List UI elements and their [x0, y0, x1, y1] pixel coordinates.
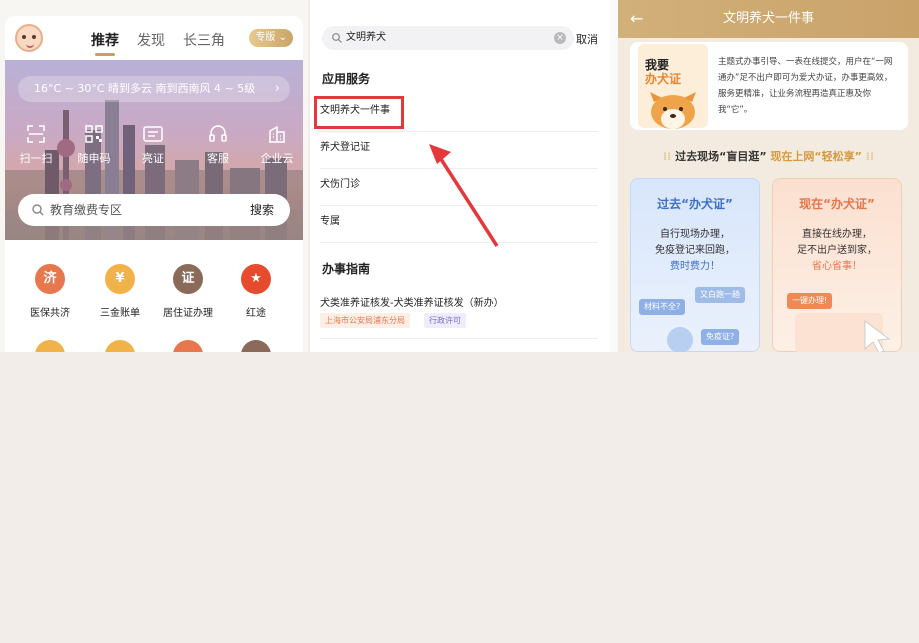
quick-customer-service[interactable]: 客服	[192, 124, 244, 166]
header-bar: ← 文明养犬一件事	[618, 0, 919, 38]
result-label: 养犬登记证	[320, 142, 370, 153]
service-label: 医保共济	[30, 308, 70, 319]
comparison-heading: ⁞⁞ 过去现场“盲目逛” 现在上网“轻松享” ⁞⁞	[618, 148, 919, 164]
intro-description: 主题式办事引导、一表在线提交，用户在“一网通办”足不出户即可为爱犬办证，办事更高…	[718, 57, 893, 115]
quick-enterprise-cloud[interactable]: 企业云	[251, 124, 303, 166]
bubble-missing-docs: 材料不全?	[639, 299, 686, 315]
quick-health-code-label: 随申码	[77, 152, 111, 165]
quick-health-code[interactable]: 随申码	[68, 124, 120, 166]
panel-gap	[610, 0, 618, 352]
service-label: 红途	[246, 308, 266, 319]
home-search-button[interactable]: 搜索	[250, 194, 274, 226]
residence-permit-icon: 证	[173, 264, 203, 294]
dots-icon: ⁞⁞	[662, 150, 676, 163]
service-funds-bill[interactable]: ¥ 三金账单	[85, 264, 155, 319]
intro-card: 我要 办犬证 主题式办事引导、一表在线提交，用户在“一网通办”足不出户即可为爱犬…	[630, 42, 908, 130]
compare-now-text: 现在上网“轻松享”	[770, 150, 862, 163]
service-residence-permit[interactable]: 证 居住证办理	[153, 264, 223, 319]
home-top-bar: 推荐 发现 长三角 专版 ⌄	[5, 16, 303, 60]
search-icon	[32, 204, 44, 216]
search-results-screen: 文明养犬 × 取消 应用服务 文明养犬一件事 养犬登记证 犬伤门诊 专属 办事指…	[310, 0, 610, 352]
search-input[interactable]: 文明养犬 ×	[322, 26, 574, 50]
service-label: 居住证办理	[163, 308, 213, 319]
quick-enterprise-cloud-label: 企业云	[260, 152, 294, 165]
cursor-icon	[864, 320, 891, 352]
id-card-icon	[143, 126, 163, 142]
guide-title: 犬类准养证核发-犬类准养证核发（新办）	[320, 298, 504, 309]
guide-tag-department: 上海市公安局浦东分局	[320, 313, 410, 328]
past-line2: 免疫登记来回跑，	[655, 245, 735, 256]
bubble-vaccine: 免疫证?	[701, 329, 740, 345]
building-icon	[269, 125, 285, 143]
home-screen: 推荐 发现 长三角 专版 ⌄ 16°C ~ 30°C 晴到多云 南到西南风 4 …	[0, 0, 308, 352]
compare-past-text: 过去现场“盲目逛”	[675, 150, 767, 163]
service-medical-insurance[interactable]: 济 医保共济	[15, 264, 85, 319]
intro-line2: 办犬证	[645, 72, 682, 86]
past-title: 过去“办犬证”	[657, 197, 733, 211]
home-search-placeholder[interactable]: 教育缴费专区	[50, 194, 122, 226]
result-label: 犬伤门诊	[320, 179, 360, 190]
back-arrow-icon[interactable]: ←	[630, 0, 643, 38]
weather-text: 16°C ~ 30°C 晴到多云 南到西南风 4 ~ 5级	[34, 82, 256, 95]
section-guide: 办事指南	[322, 262, 371, 276]
dots-icon: ⁞⁞	[865, 150, 875, 163]
clear-icon[interactable]: ×	[554, 32, 566, 44]
mascot-avatar[interactable]	[15, 24, 43, 52]
star-icon: ★	[241, 264, 271, 294]
now-line1: 直接在线办理，	[802, 229, 872, 240]
tab-recommend[interactable]: 推荐	[91, 30, 119, 56]
service-red-route[interactable]: ★ 红途	[221, 264, 291, 319]
headset-icon	[209, 125, 227, 142]
past-line3: 费时费力！	[670, 261, 720, 272]
guide-tag-type: 行政许可	[424, 313, 466, 328]
service-icon-partial[interactable]	[173, 340, 203, 352]
annotation-arrow-icon	[429, 144, 499, 247]
now-line3: 省心省事！	[812, 261, 862, 272]
result-label: 专属	[320, 216, 340, 227]
service-icon-partial[interactable]	[241, 340, 271, 352]
divider	[320, 338, 598, 339]
quick-scan-label: 扫一扫	[19, 152, 53, 165]
dog-service-screen: ← 文明养犬一件事 我要 办犬证 主题式办事引导、一表在线提交，用户在“一网通办…	[618, 0, 919, 352]
guide-item[interactable]: 犬类准养证核发-犬类准养证核发（新办）	[320, 294, 504, 309]
weather-bar[interactable]: 16°C ~ 30°C 晴到多云 南到西南风 4 ~ 5级 ›	[18, 76, 290, 102]
service-grid: 济 医保共济 ¥ 三金账单 证 居住证办理 ★ 红途	[5, 240, 303, 352]
intro-badge[interactable]: 我要 办犬证	[638, 44, 708, 129]
now-title: 现在“办犬证”	[799, 197, 875, 211]
person-icon	[667, 327, 693, 352]
edition-label: 专版	[255, 32, 276, 43]
quick-scan[interactable]: 扫一扫	[10, 124, 62, 166]
quick-show-id-label: 亮证	[142, 152, 164, 165]
now-card: 现在“办犬证” 直接在线办理， 足不出户送到家， 省心省事！ 一键办理!	[772, 178, 902, 352]
bubble-one-click[interactable]: 一键办理!	[787, 293, 833, 309]
service-icon-partial[interactable]	[35, 340, 65, 352]
search-query[interactable]: 文明养犬	[346, 26, 386, 50]
past-card: 过去“办犬证” 自行现场办理， 免疫登记来回跑， 费时费力！ 又白跑一趟 材料不…	[630, 178, 760, 352]
chevron-right-icon: ›	[274, 81, 280, 96]
quick-customer-service-label: 客服	[207, 152, 229, 165]
service-icon-partial[interactable]	[105, 340, 135, 352]
highlight-box	[314, 96, 404, 129]
scan-icon	[27, 125, 45, 143]
past-line1: 自行现场办理，	[660, 229, 730, 240]
quick-show-id[interactable]: 亮证	[127, 124, 179, 166]
search-icon	[332, 33, 342, 43]
home-search-bar[interactable]: 教育缴费专区 搜索	[18, 194, 290, 226]
funds-bill-icon: ¥	[105, 264, 135, 294]
city-banner: 16°C ~ 30°C 晴到多云 南到西南风 4 ~ 5级 › 扫一扫 随申码 …	[5, 60, 303, 240]
tab-yangtze-delta[interactable]: 长三角	[183, 30, 225, 50]
page-title: 文明养犬一件事	[722, 11, 814, 26]
bubble-wasted-trip: 又白跑一趟	[695, 287, 745, 303]
now-line2: 足不出户送到家，	[797, 245, 877, 256]
shiba-dog-icon	[650, 92, 696, 129]
edition-dropdown[interactable]: 专版 ⌄	[249, 29, 293, 47]
medical-insurance-icon: 济	[35, 264, 65, 294]
service-label: 三金账单	[100, 308, 140, 319]
qr-code-icon	[85, 125, 103, 143]
cancel-button[interactable]: 取消	[576, 31, 598, 47]
tab-discover[interactable]: 发现	[137, 30, 165, 50]
section-app-services: 应用服务	[322, 72, 371, 86]
